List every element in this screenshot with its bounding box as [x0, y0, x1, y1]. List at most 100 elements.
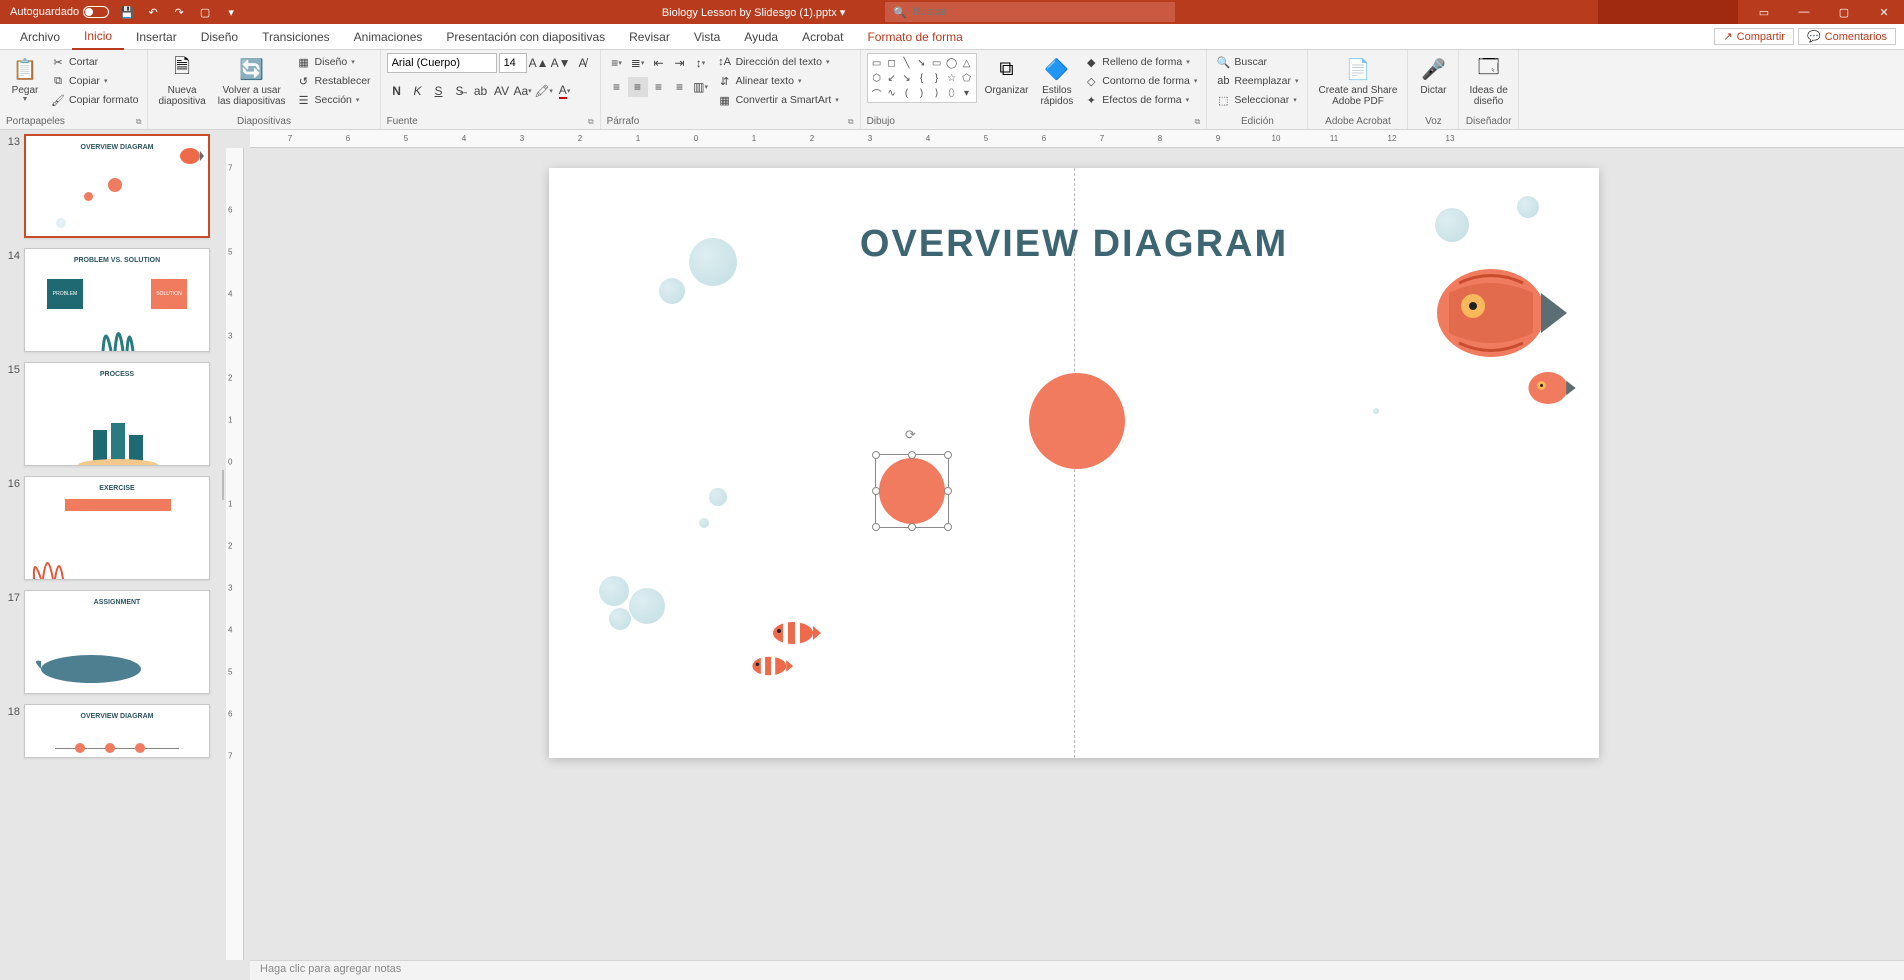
- redo-icon[interactable]: ↷: [171, 4, 187, 20]
- vertical-ruler[interactable]: 765432101234567: [226, 148, 244, 960]
- ribbon-display-icon[interactable]: ▭: [1744, 0, 1784, 24]
- undo-icon[interactable]: ↶: [145, 4, 161, 20]
- font-name-input[interactable]: [387, 53, 497, 73]
- bold-icon[interactable]: N: [387, 81, 407, 101]
- start-show-icon[interactable]: ▢: [197, 4, 213, 20]
- tab-inicio[interactable]: Inicio: [72, 24, 124, 50]
- highlight-icon[interactable]: 🖍▾: [534, 81, 554, 101]
- tab-formato-forma[interactable]: Formato de forma: [855, 24, 974, 50]
- expand-icon[interactable]: ⧉: [848, 117, 854, 127]
- new-slide-button[interactable]: 🗎Nuevadiapositiva: [154, 53, 209, 109]
- resize-handle[interactable]: [908, 451, 916, 459]
- select-button[interactable]: ⬚Seleccionar▾: [1213, 91, 1301, 109]
- search-box[interactable]: 🔍: [885, 2, 1175, 22]
- slide-canvas[interactable]: OVERVIEW DIAGRAM: [549, 168, 1599, 758]
- thumbnail-14[interactable]: PROBLEM VS. SOLUTION PROBLEM SOLUTION: [24, 248, 210, 352]
- share-button[interactable]: ↗Compartir: [1714, 28, 1794, 45]
- comments-button[interactable]: 💬Comentarios: [1798, 28, 1896, 45]
- section-button[interactable]: ☰Sección▾: [294, 91, 374, 109]
- user-account-box[interactable]: [1598, 0, 1738, 24]
- resize-handle[interactable]: [908, 523, 916, 531]
- maximize-icon[interactable]: ▢: [1824, 0, 1864, 24]
- strike-icon[interactable]: S̶: [450, 81, 470, 101]
- layout-button[interactable]: ▦Diseño▾: [294, 53, 374, 71]
- resize-handle[interactable]: [872, 523, 880, 531]
- resize-handle[interactable]: [944, 487, 952, 495]
- bullets-icon[interactable]: ≡▾: [607, 53, 627, 73]
- format-painter-button[interactable]: 🖌Copiar formato: [48, 91, 141, 109]
- selection-box[interactable]: ⟳: [875, 454, 949, 528]
- create-pdf-button[interactable]: 📄Create and ShareAdobe PDF: [1314, 53, 1401, 109]
- customize-qat-icon[interactable]: ▾: [223, 4, 239, 20]
- expand-icon[interactable]: ⧉: [136, 117, 142, 127]
- font-size-input[interactable]: [499, 53, 527, 73]
- rotate-handle-icon[interactable]: ⟳: [905, 427, 919, 441]
- horizontal-ruler[interactable]: 7654321012345678910111213: [250, 130, 1904, 148]
- tab-revisar[interactable]: Revisar: [617, 24, 682, 50]
- increase-indent-icon[interactable]: ⇥: [670, 53, 690, 73]
- tab-animaciones[interactable]: Animaciones: [342, 24, 435, 50]
- autosave-toggle[interactable]: Autoguardado: [10, 6, 109, 18]
- thumbnail-18[interactable]: OVERVIEW DIAGRAM: [24, 704, 210, 758]
- notes-bar[interactable]: Haga clic para agregar notas: [250, 960, 1904, 980]
- shadow-icon[interactable]: ab: [471, 81, 491, 101]
- justify-icon[interactable]: ≡: [670, 77, 690, 97]
- tab-transiciones[interactable]: Transiciones: [250, 24, 342, 50]
- orange-circle-large[interactable]: [1029, 373, 1125, 469]
- resize-handle[interactable]: [872, 487, 880, 495]
- align-right-icon[interactable]: ≡: [649, 77, 669, 97]
- document-title[interactable]: Biology Lesson by Slidesgo (1).pptx ▾: [662, 6, 845, 19]
- case-icon[interactable]: Aa▾: [513, 81, 533, 101]
- reuse-slides-button[interactable]: 🔄Volver a usarlas diapositivas: [214, 53, 290, 109]
- tab-insertar[interactable]: Insertar: [124, 24, 189, 50]
- spacing-icon[interactable]: AV: [492, 81, 512, 101]
- reset-button[interactable]: ↺Restablecer: [294, 72, 374, 90]
- thumbnail-16[interactable]: EXERCISE: [24, 476, 210, 580]
- text-direction-button[interactable]: ↕ADirección del texto▾: [715, 53, 842, 71]
- clear-format-icon[interactable]: A̸: [573, 53, 593, 73]
- tab-ayuda[interactable]: Ayuda: [732, 24, 790, 50]
- cut-button[interactable]: ✂Cortar: [48, 53, 141, 71]
- arrange-button[interactable]: ⧉Organizar: [981, 53, 1033, 98]
- thumbnail-15[interactable]: PROCESS: [24, 362, 210, 466]
- line-spacing-icon[interactable]: ↕▾: [691, 53, 711, 73]
- replace-button[interactable]: abReemplazar▾: [1213, 72, 1301, 90]
- align-center-icon[interactable]: ≡: [628, 77, 648, 97]
- thumbnail-13[interactable]: OVERVIEW DIAGRAM: [24, 134, 210, 238]
- columns-icon[interactable]: ▥▾: [691, 77, 711, 97]
- paste-button[interactable]: 📋 Pegar ▼: [6, 53, 44, 105]
- shape-effects-button[interactable]: ✦Efectos de forma▾: [1081, 91, 1200, 109]
- tab-acrobat[interactable]: Acrobat: [790, 24, 855, 50]
- increase-font-icon[interactable]: A▲: [529, 53, 549, 73]
- resize-handle[interactable]: [944, 451, 952, 459]
- search-input[interactable]: [913, 6, 1167, 18]
- smartart-button[interactable]: ▦Convertir a SmartArt▾: [715, 91, 842, 109]
- save-icon[interactable]: 💾: [119, 4, 135, 20]
- numbering-icon[interactable]: ≣▾: [628, 53, 648, 73]
- font-color-icon[interactable]: A▾: [555, 81, 575, 101]
- decrease-indent-icon[interactable]: ⇤: [649, 53, 669, 73]
- find-button[interactable]: 🔍Buscar: [1213, 53, 1301, 71]
- minimize-icon[interactable]: —: [1784, 0, 1824, 24]
- close-icon[interactable]: ✕: [1864, 0, 1904, 24]
- tab-vista[interactable]: Vista: [682, 24, 732, 50]
- shape-outline-button[interactable]: ◇Contorno de forma▾: [1081, 72, 1200, 90]
- toggle-track[interactable]: [83, 6, 109, 18]
- align-left-icon[interactable]: ≡: [607, 77, 627, 97]
- slide-panel[interactable]: 13 OVERVIEW DIAGRAM 14 PROBLEM VS. SOLUT…: [0, 130, 220, 980]
- tab-archivo[interactable]: Archivo: [8, 24, 72, 50]
- resize-handle[interactable]: [872, 451, 880, 459]
- tab-presentacion[interactable]: Presentación con diapositivas: [434, 24, 617, 50]
- underline-icon[interactable]: S: [429, 81, 449, 101]
- decrease-font-icon[interactable]: A▼: [551, 53, 571, 73]
- thumbnail-17[interactable]: ASSIGNMENT: [24, 590, 210, 694]
- expand-icon[interactable]: ⧉: [1195, 117, 1201, 127]
- canvas-wrap[interactable]: OVERVIEW DIAGRAM: [244, 148, 1904, 960]
- dictate-button[interactable]: 🎤Dictar: [1414, 53, 1452, 98]
- align-text-button[interactable]: ⇵Alinear texto▾: [715, 72, 842, 90]
- quick-styles-button[interactable]: 🔷Estilosrápidos: [1036, 53, 1077, 109]
- italic-icon[interactable]: K: [408, 81, 428, 101]
- shapes-gallery[interactable]: ▭◻╲➘▭◯△ ⬡↙↘{}☆⬠ ⌒∿()⟩⬯▾: [867, 53, 977, 103]
- design-ideas-button[interactable]: 🗔Ideas dediseño: [1465, 53, 1511, 109]
- copy-button[interactable]: ⧉Copiar▾: [48, 72, 141, 90]
